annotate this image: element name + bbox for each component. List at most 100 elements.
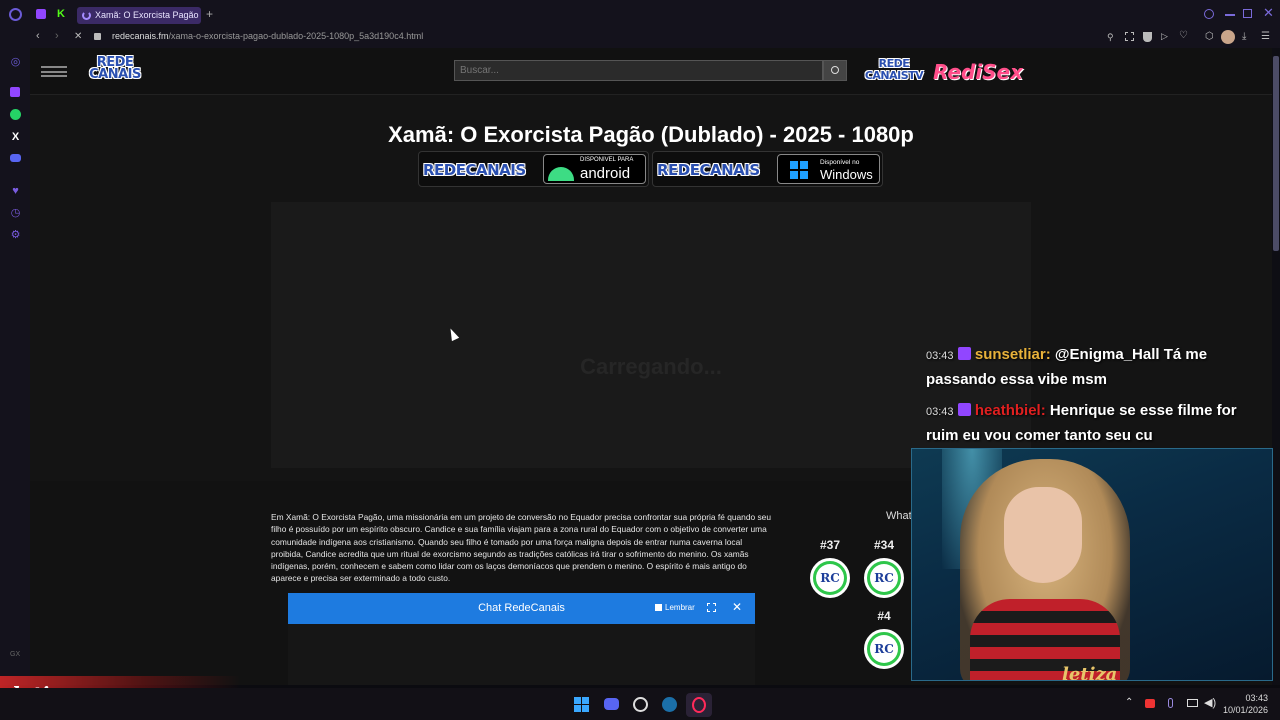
windows-start-icon[interactable]	[574, 697, 589, 712]
tray-app-icon[interactable]	[1145, 699, 1155, 708]
search-input[interactable]	[454, 60, 823, 81]
twitch-tab-icon[interactable]	[36, 9, 46, 19]
webcam-badge: letiza	[1062, 664, 1118, 681]
new-tab-button[interactable]: +	[206, 7, 213, 21]
steam-taskbar-icon[interactable]	[662, 697, 677, 712]
chat-time: 03:43	[926, 406, 954, 418]
windows-badge-platform: Windows	[820, 167, 873, 182]
tab-title: Xamã: O Exorcista Pagão (	[95, 10, 201, 20]
obs-taskbar-icon[interactable]	[633, 697, 648, 712]
ranking-item[interactable]: #4 RC	[864, 609, 904, 669]
forward-icon[interactable]: ›	[55, 30, 59, 42]
stop-loading-icon[interactable]: ✕	[74, 31, 82, 42]
expand-icon[interactable]	[707, 603, 716, 612]
extensions-icon[interactable]: ⬡	[1205, 31, 1214, 42]
pin-icon[interactable]: ⚲	[1107, 32, 1114, 43]
aria-icon[interactable]: ◎	[9, 56, 22, 69]
windows-app-banner[interactable]: REDECANAIS Disponível no Windows	[652, 151, 883, 187]
hamburger-menu-icon[interactable]	[41, 66, 67, 77]
twitch-icon[interactable]	[10, 87, 20, 97]
rc-whatsapp-icon: RC	[810, 558, 850, 598]
logo-line2: CANAIS	[89, 67, 141, 82]
streamer-face	[1004, 487, 1082, 583]
ranking-item[interactable]: #34 RC	[864, 538, 904, 598]
restore-icon[interactable]	[1243, 9, 1252, 18]
movie-description: Em Xamã: O Exorcista Pagão, uma missioná…	[271, 512, 771, 584]
ranking-number: #34	[873, 538, 895, 552]
chat-time: 03:43	[926, 350, 954, 362]
mouse-cursor-icon	[446, 326, 460, 342]
settings-gear-icon[interactable]: ⚙	[9, 229, 22, 242]
kick-tab-icon[interactable]: K	[57, 8, 65, 20]
overlay-chat-message: 03:43 heathbiel: Henrique se esse filme …	[926, 399, 1266, 448]
lock-icon	[94, 33, 101, 40]
site-header: REDE CANAIS REDE CANAISTV RediSex	[30, 48, 1272, 95]
twitch-badge-icon	[957, 403, 971, 416]
url-path: /xama-o-exorcista-pagao-dublado-2025-108…	[168, 31, 424, 41]
back-icon[interactable]: ‹	[36, 30, 40, 42]
opera-menu-icon[interactable]	[9, 8, 22, 21]
active-tab[interactable]: Xamã: O Exorcista Pagão (	[77, 7, 201, 24]
tray-chevron-icon[interactable]: ⌃	[1125, 697, 1133, 708]
play-icon[interactable]: ▷	[1161, 31, 1168, 42]
windows-logo-icon	[790, 161, 808, 179]
download-icon[interactable]: ⤓	[1242, 31, 1246, 42]
android-badge-platform: android	[580, 165, 631, 182]
overlay-chat-message: 03:43 sunsetliar: @Enigma_Hall Tá me pas…	[926, 343, 1266, 392]
favorites-heart-icon[interactable]: ♥	[9, 185, 22, 198]
redisex-logo[interactable]: RediSex	[933, 60, 1023, 84]
menu-icon[interactable]: ☰	[1261, 31, 1270, 42]
remember-checkbox[interactable]	[655, 604, 662, 611]
clock-date[interactable]: 10/01/2026	[1220, 705, 1268, 715]
ranking-number: #37	[819, 538, 841, 552]
opera-gx-taskbar-icon[interactable]	[686, 693, 712, 717]
taskbar: ⌃ ◀) 03:43 10/01/2026	[0, 688, 1280, 720]
minimize-icon[interactable]	[1225, 14, 1235, 16]
history-icon[interactable]: ◷	[9, 207, 22, 220]
x-icon[interactable]: X	[9, 131, 22, 144]
chat-header: Chat RedeCanais Lembrar ✕	[288, 593, 755, 624]
ranking-item[interactable]: #37 RC	[810, 538, 850, 598]
chat-username: sunsetliar:	[974, 346, 1051, 363]
search-icon	[831, 66, 839, 74]
whatsapp-icon[interactable]	[10, 109, 21, 120]
windows-badge: Disponível no Windows	[777, 154, 880, 184]
chat-text: Henrique se esse filme for ruim eu vou c…	[926, 402, 1237, 444]
address-bar: ‹ › ✕ redecanais.fm/xama-o-exorcista-pag…	[0, 28, 1280, 48]
windows-banner-brand: REDECANAIS	[657, 161, 760, 179]
rc-whatsapp-icon: RC	[864, 558, 904, 598]
shield-icon[interactable]	[1143, 32, 1152, 42]
snapshot-icon[interactable]	[1125, 32, 1134, 41]
android-badge: DISPONIVEL PARA android	[543, 154, 646, 184]
volume-icon[interactable]: ◀)	[1204, 696, 1216, 709]
android-banner-brand: REDECANAIS	[423, 161, 526, 179]
remember-label[interactable]: Lembrar	[665, 603, 695, 612]
url-field[interactable]: redecanais.fm/xama-o-exorcista-pagao-dub…	[112, 31, 423, 41]
page-scrollbar[interactable]	[1272, 48, 1280, 685]
video-player[interactable]: Carregando...	[271, 202, 1031, 468]
ranking-heading: What	[886, 510, 912, 522]
site-logo[interactable]: REDE CANAIS	[80, 56, 150, 82]
heart-icon[interactable]: ♡	[1179, 30, 1188, 41]
search-tabs-icon[interactable]	[1204, 9, 1214, 19]
loading-spinner-icon	[82, 11, 91, 20]
browser-tab-bar: K Xamã: O Exorcista Pagão ( + ✕	[0, 0, 1280, 28]
close-window-icon[interactable]: ✕	[1263, 5, 1274, 21]
redecanaistv-logo-text: REDE CANAISTV	[864, 57, 924, 82]
android-badge-pre: DISPONIVEL PARA	[580, 157, 634, 163]
chat-widget[interactable]: Chat RedeCanais Lembrar ✕	[288, 593, 755, 685]
search-button[interactable]	[823, 60, 847, 81]
clock-time[interactable]: 03:43	[1240, 693, 1268, 703]
url-host: redecanais.fm	[112, 31, 169, 41]
close-chat-icon[interactable]: ✕	[732, 600, 742, 614]
android-app-banner[interactable]: REDECANAIS DISPONIVEL PARA android	[418, 151, 649, 187]
redecanaistv-logo[interactable]: REDE CANAISTV	[858, 58, 930, 82]
sidebar-dock: ◎ X ♥ ◷ ⚙ GX	[0, 48, 30, 685]
profile-avatar[interactable]	[1221, 30, 1235, 44]
page-title: Xamã: O Exorcista Pagão (Dublado) - 2025…	[388, 122, 914, 147]
discord-icon[interactable]	[10, 154, 21, 162]
android-icon	[548, 167, 574, 181]
microphone-icon[interactable]	[1168, 698, 1173, 708]
discord-taskbar-icon[interactable]	[604, 698, 619, 710]
network-icon[interactable]	[1187, 699, 1198, 707]
